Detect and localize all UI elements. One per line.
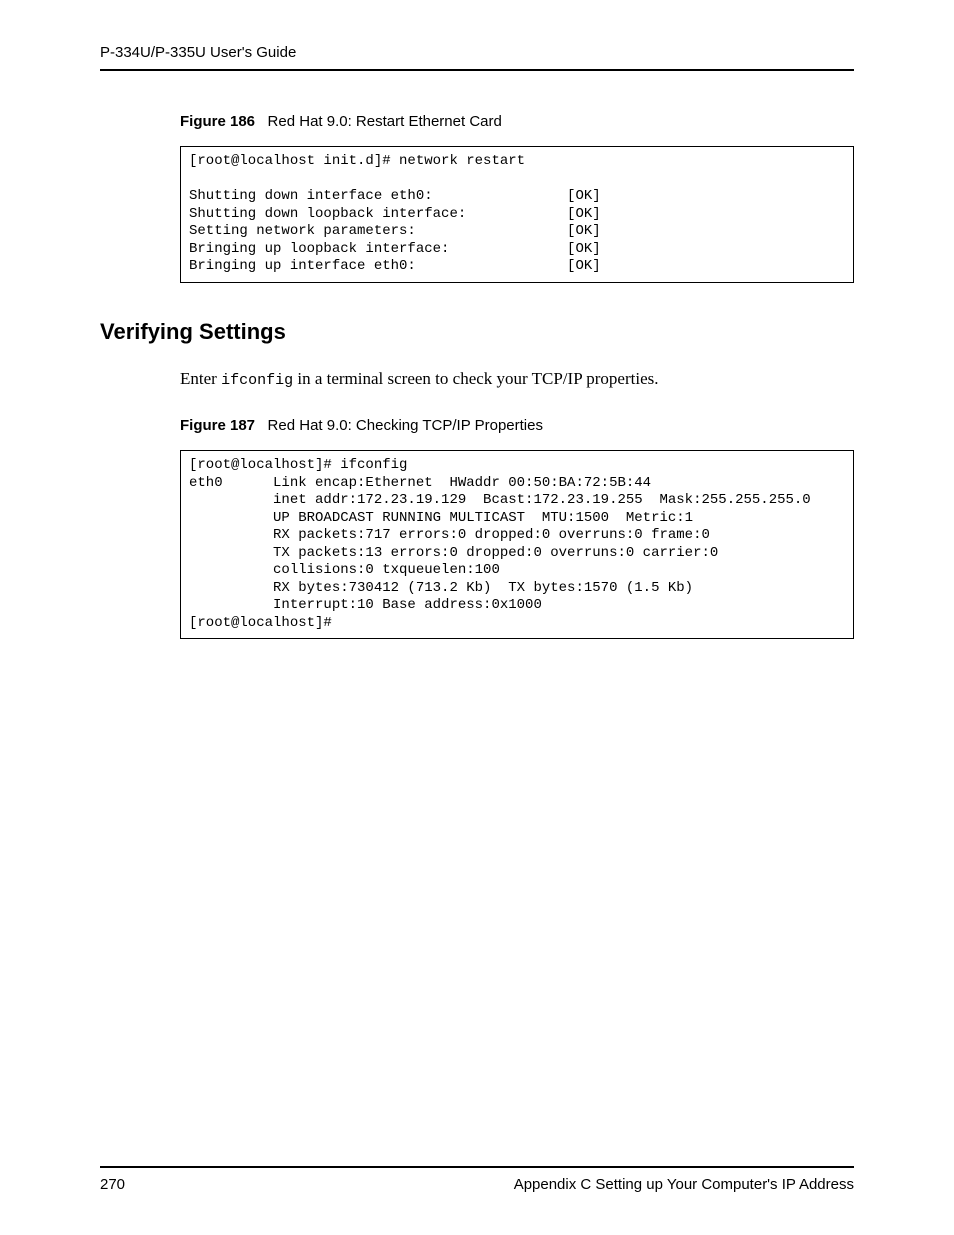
figure-187-caption: Figure 187 Red Hat 9.0: Checking TCP/IP … [180, 415, 854, 436]
figure-186-title: Red Hat 9.0: Restart Ethernet Card [268, 113, 502, 130]
figure-186-code: [root@localhost init.d]# network restart… [180, 146, 854, 283]
figure-187-title: Red Hat 9.0: Checking TCP/IP Properties [268, 417, 543, 434]
figure-187-code: [root@localhost]# ifconfig eth0 Link enc… [180, 450, 854, 639]
page: P-334U/P-335U User's Guide Figure 186 Re… [0, 0, 954, 1235]
section-heading-verifying-settings: Verifying Settings [100, 317, 854, 348]
verifying-settings-body: Enter ifconfig in a terminal screen to c… [180, 367, 854, 391]
figure-186-label: Figure 186 [180, 113, 255, 130]
figure-187-label: Figure 187 [180, 417, 255, 434]
footer-row: 270 Appendix C Setting up Your Computer'… [100, 1174, 854, 1195]
body-before: Enter [180, 369, 221, 388]
figure-186-caption: Figure 186 Red Hat 9.0: Restart Ethernet… [180, 111, 854, 132]
footer: 270 Appendix C Setting up Your Computer'… [100, 1166, 854, 1195]
body-code-inline: ifconfig [221, 372, 293, 389]
content-area: Figure 186 Red Hat 9.0: Restart Ethernet… [100, 71, 854, 639]
footer-section-title: Appendix C Setting up Your Computer's IP… [514, 1174, 854, 1195]
page-number: 270 [100, 1174, 125, 1195]
body-after: in a terminal screen to check your TCP/I… [293, 369, 658, 388]
footer-rule [100, 1166, 854, 1168]
running-header: P-334U/P-335U User's Guide [100, 42, 854, 69]
